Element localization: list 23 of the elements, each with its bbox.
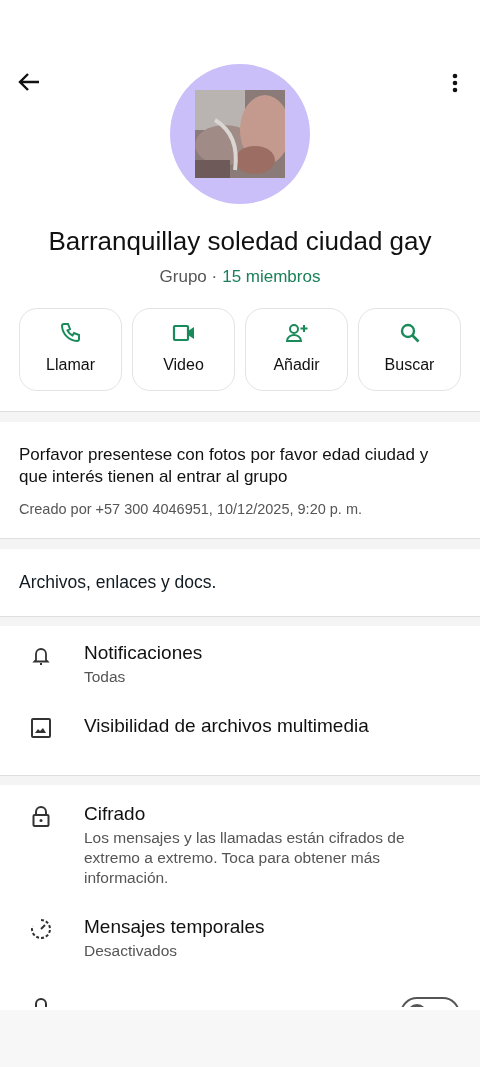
- add-person-icon: [284, 321, 309, 345]
- group-label: Grupo ·: [159, 266, 218, 288]
- setting-subtitle: Todas: [84, 666, 127, 687]
- back-icon[interactable]: [18, 72, 40, 92]
- created-info: Creado por +57 300 4046951, 10/12/2025, 9:20 p. m.: [19, 499, 364, 519]
- add-button[interactable]: Añadir: [245, 307, 348, 391]
- menu-icon[interactable]: [452, 73, 458, 93]
- timer-icon: [30, 917, 52, 940]
- setting-title[interactable]: Mensajes temporales: [84, 913, 265, 940]
- setting-subtitle: Desactivados: [84, 940, 179, 961]
- setting-title[interactable]: Cifrado: [84, 800, 450, 827]
- group-description: Porfavor presentese con fotos por favor edad ciudad y que interés tienen al entrar al grupo: [19, 443, 430, 488]
- setting-title[interactable]: Visibilidad de archivos multimedia: [84, 712, 369, 739]
- setting-subtitle: Los mensajes y las llamadas están cifrados de extremo a extremo. Toca para obtener más información.: [84, 827, 406, 888]
- media-link[interactable]: Archivos, enlaces y docs.: [19, 569, 461, 596]
- video-button[interactable]: Video: [132, 307, 235, 391]
- members-link[interactable]: 15 miembros: [222, 264, 321, 290]
- call-button[interactable]: Llamar: [19, 307, 122, 391]
- phone-icon: [58, 321, 83, 345]
- group-name: Barranquillay soledad ciudad gay: [48, 225, 432, 258]
- search-button[interactable]: Buscar: [358, 307, 461, 391]
- image-icon: [30, 716, 52, 739]
- setting-title[interactable]: Notificaciones: [84, 639, 203, 666]
